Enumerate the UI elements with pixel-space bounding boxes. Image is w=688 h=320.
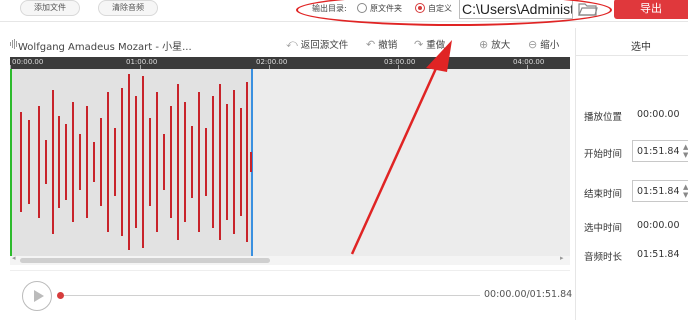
zoom-in-button[interactable]: ⊕ 放大 — [479, 37, 511, 52]
waveform-bar — [45, 140, 47, 184]
zoom-in-icon: ⊕ — [479, 37, 489, 51]
redo-label: 重做 — [426, 40, 446, 51]
selection-panel: 播放位置 00:00.00 开始时间 01:51.84 ▲ ▼ 结束时间 01:5… — [575, 56, 688, 320]
waveform-bar — [240, 108, 242, 216]
waveform-bar — [233, 90, 235, 234]
waveform-bar — [219, 84, 221, 240]
redo-button[interactable]: ↷ 重做 — [414, 37, 446, 52]
undo-button[interactable]: ↶ 撤销 — [366, 37, 398, 52]
export-button[interactable]: 导出 — [614, 0, 688, 19]
waveform-bar — [86, 106, 88, 218]
waveform-bar — [198, 92, 200, 232]
waveform-bar — [100, 118, 102, 206]
start-time-value: 01:51.84 — [637, 146, 680, 157]
waveform-bar — [121, 88, 123, 236]
play-position-value: 00:00.00 — [637, 109, 680, 120]
start-marker[interactable] — [10, 69, 12, 256]
waveform-bar — [93, 142, 95, 182]
zoom-out-label: 缩小 — [540, 40, 560, 51]
waveform-bar — [212, 96, 214, 228]
waveform-bar — [184, 102, 186, 222]
end-time-value: 01:51.84 — [637, 186, 680, 197]
waveform-bar — [38, 106, 40, 218]
radio-custom-label: 自定义 — [428, 4, 452, 13]
top-toolbar: 添加文件 清除音频 输出目录: 原文件夹 自定义 C:\Users\Admini… — [0, 0, 688, 22]
zoom-in-label: 放大 — [491, 40, 511, 51]
waveform-bar — [149, 118, 151, 206]
progress-track[interactable] — [60, 295, 480, 296]
spin-icon[interactable]: ▲ ▼ — [683, 183, 688, 199]
waveform-bar — [20, 112, 22, 212]
selection-panel-header: 选中 — [575, 28, 688, 56]
clear-audio-button[interactable]: 清除音频 — [98, 0, 158, 16]
add-file-button[interactable]: 添加文件 — [20, 0, 80, 16]
waveform-bar — [177, 84, 179, 240]
scroll-right-icon[interactable]: ▸ — [560, 254, 564, 262]
tick-label: 03:00.00 — [384, 58, 416, 66]
start-time-label: 开始时间 — [584, 149, 623, 160]
waveform-bar — [65, 124, 67, 200]
waveform-bar — [163, 134, 165, 190]
restore-label: 返回源文件 — [300, 40, 349, 51]
scroll-thumb[interactable] — [20, 258, 270, 263]
waveform-bar — [128, 74, 130, 250]
editor-header: Wolfgang Amadeus Mozart - 小星... ⤺ 返回源文件 … — [10, 28, 570, 56]
radio-original-label: 原文件夹 — [370, 4, 402, 13]
waveform-bar — [205, 128, 207, 196]
waveform-bar — [142, 76, 144, 248]
duration-value: 01:51.84 — [637, 249, 680, 260]
radio-custom-folder[interactable] — [415, 3, 425, 13]
waveform-area[interactable] — [10, 69, 570, 256]
undo-label: 撤销 — [378, 40, 398, 51]
tick-label: 04:00.00 — [513, 58, 545, 66]
scroll-left-icon[interactable]: ◂ — [12, 254, 16, 262]
tick-label: 01:00.00 — [126, 58, 158, 66]
output-path-input[interactable]: C:\Users\Administ — [459, 0, 573, 19]
waveform-bar — [246, 82, 248, 242]
spin-icon[interactable]: ▲ ▼ — [683, 143, 688, 159]
waveform-bar — [58, 116, 60, 208]
waveform-bar — [114, 128, 116, 196]
progress-handle[interactable] — [57, 292, 64, 299]
end-time-input[interactable]: 01:51.84 ▲ ▼ — [632, 180, 688, 202]
end-time-label: 结束时间 — [584, 189, 623, 200]
restore-icon: ⤺ — [286, 37, 298, 50]
restore-button[interactable]: ⤺ 返回源文件 — [286, 37, 348, 51]
tick-label: 00:00.00 — [12, 58, 44, 66]
waveform-bar — [156, 92, 158, 232]
folder-icon — [578, 3, 598, 16]
waveform-icon — [10, 39, 17, 49]
zoom-out-icon: ⊖ — [528, 37, 538, 51]
waveform-bar — [170, 106, 172, 218]
waveform-bar — [191, 126, 193, 198]
browse-folder-button[interactable] — [576, 0, 600, 18]
waveform-bar — [79, 134, 81, 190]
waveform-bar — [107, 92, 109, 232]
output-dir-label: 输出目录: — [312, 4, 347, 13]
time-readout: 00:00.00/01:51.84 — [484, 289, 573, 300]
undo-icon: ↶ — [366, 37, 376, 51]
zoom-out-button[interactable]: ⊖ 缩小 — [528, 37, 560, 52]
file-title: Wolfgang Amadeus Mozart - 小星... — [18, 42, 192, 53]
redo-icon: ↷ — [414, 37, 424, 51]
waveform-bar — [226, 104, 228, 220]
waveform-bar — [72, 102, 74, 222]
tick-label: 02:00.00 — [256, 58, 288, 66]
player-bar: 00:00.00/01:51.84 — [10, 270, 573, 320]
play-position-label: 播放位置 — [584, 112, 623, 123]
start-time-input[interactable]: 01:51.84 ▲ ▼ — [632, 140, 688, 162]
horizontal-scrollbar[interactable]: ◂ ▸ — [10, 254, 570, 265]
duration-label: 音频时长 — [584, 252, 623, 263]
radio-original-folder[interactable] — [357, 3, 367, 13]
timeline-ruler[interactable]: 00:00.00 01:00.00 02:00.00 03:00.00 04:0… — [10, 57, 570, 69]
waveform-bar — [250, 152, 252, 172]
selected-time-label: 选中时间 — [584, 223, 623, 234]
waveform-bar — [28, 120, 30, 204]
play-button[interactable] — [22, 281, 52, 311]
waveform-bar — [135, 96, 137, 228]
waveform-bar — [52, 90, 54, 234]
selected-time-value: 00:00.00 — [637, 220, 680, 231]
selection-header-label: 选中 — [631, 42, 651, 53]
